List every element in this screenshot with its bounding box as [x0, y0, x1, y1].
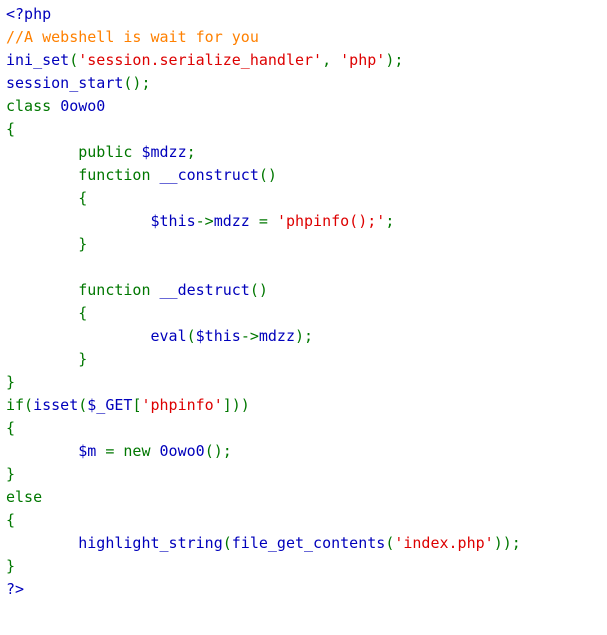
code-line: } [6, 463, 607, 486]
code-token-default: $mdzz [141, 143, 187, 161]
code-line: eval($this->mdzz); [6, 325, 607, 348]
code-line: } [6, 348, 607, 371]
code-token-default: $_GET [87, 396, 133, 414]
code-line: $m = new 0owo0(); [6, 440, 607, 463]
code-token-default: ini_set [6, 51, 70, 69]
code-line: ini_set('session.serialize_handler', 'ph… [6, 49, 607, 72]
code-line: } [6, 371, 607, 394]
code-line: function __destruct() [6, 279, 607, 302]
code-token-keyword: public [6, 143, 142, 161]
code-token-keyword [6, 534, 78, 552]
code-token-default: isset [33, 396, 79, 414]
code-token-default: file_get_contents [231, 534, 386, 552]
code-line: ?> [6, 578, 607, 601]
code-token-default: eval [150, 327, 187, 345]
code-token-string: 'session.serialize_handler' [78, 51, 323, 69]
code-token-string: 'phpinfo();' [276, 212, 386, 230]
code-line: { [6, 509, 607, 532]
code-token-default: $m [78, 442, 97, 460]
code-token-keyword: ( [69, 51, 79, 69]
code-token-default: __destruct [159, 281, 250, 299]
code-token-keyword: } [6, 465, 16, 483]
code-token-default: 0owo0 [159, 442, 205, 460]
code-token-keyword: ( [385, 534, 395, 552]
code-token-keyword: function [6, 166, 160, 184]
code-token-string: 'index.php' [394, 534, 494, 552]
code-token-keyword: ( [222, 534, 232, 552]
code-line: class 0owo0 [6, 95, 607, 118]
code-token-keyword: ; [385, 212, 395, 230]
code-token-keyword: )); [493, 534, 521, 552]
code-token-keyword: } [6, 373, 16, 391]
code-token-default: __construct [159, 166, 259, 184]
code-token-keyword: (); [204, 442, 232, 460]
code-token-default: session_start [6, 74, 124, 92]
code-token-default: mdzz [258, 327, 295, 345]
code-token-keyword: { [6, 120, 16, 138]
code-token-keyword: { [6, 419, 16, 437]
code-line: session_start(); [6, 72, 607, 95]
code-line: //A webshell is wait for you [6, 26, 607, 49]
code-token-default: <?php [6, 5, 52, 23]
code-token-string: 'phpinfo' [141, 396, 223, 414]
code-line: public $mdzz; [6, 141, 607, 164]
code-token-default: $this [150, 212, 196, 230]
code-token-keyword: else [6, 488, 43, 506]
code-token-keyword: , [322, 51, 341, 69]
code-token-default: highlight_string [78, 534, 223, 552]
code-token-keyword: ); [385, 51, 404, 69]
code-token-keyword [6, 442, 78, 460]
php-source-code-block: <?php //A webshell is wait for you ini_set… [0, 0, 607, 601]
code-line: { [6, 118, 607, 141]
code-token-default: mdzz [213, 212, 250, 230]
code-token-keyword: = [249, 212, 277, 230]
code-line: } [6, 233, 607, 256]
code-token-comment: //A webshell is wait for you [6, 28, 259, 46]
code-line: } [6, 555, 607, 578]
code-token-keyword [6, 327, 151, 345]
code-token-keyword: { [6, 304, 88, 322]
code-token-default: 0owo0 [60, 97, 106, 115]
code-token-keyword: function [6, 281, 160, 299]
code-token-keyword: -> [240, 327, 259, 345]
code-line: else [6, 486, 607, 509]
code-token-keyword [6, 212, 151, 230]
code-line: <?php [6, 3, 607, 26]
code-token-default: ?> [6, 580, 25, 598]
code-token-keyword: () [258, 166, 277, 184]
code-token-keyword: -> [195, 212, 214, 230]
code-line: { [6, 417, 607, 440]
code-line: { [6, 187, 607, 210]
code-token-keyword: if( [6, 396, 34, 414]
code-token-keyword: ( [78, 396, 88, 414]
code-token-keyword: ( [186, 327, 196, 345]
code-token-keyword: (); [123, 74, 151, 92]
code-token-keyword: class [6, 97, 61, 115]
code-token-keyword: ); [295, 327, 314, 345]
code-token-keyword: ; [186, 143, 196, 161]
code-token-string: 'php' [340, 51, 386, 69]
code-token-keyword: { [6, 511, 16, 529]
code-line: if(isset($_GET['phpinfo'])) [6, 394, 607, 417]
code-token-keyword: = new [96, 442, 160, 460]
code-token-default: $this [195, 327, 241, 345]
code-token-keyword: } [6, 557, 16, 575]
code-token-keyword: } [6, 350, 88, 368]
code-token-keyword: () [249, 281, 268, 299]
code-line: function __construct() [6, 164, 607, 187]
code-token-keyword: { [6, 189, 88, 207]
code-line: highlight_string(file_get_contents('inde… [6, 532, 607, 555]
code-line: $this->mdzz = 'phpinfo();'; [6, 210, 607, 233]
code-token-keyword: } [6, 235, 88, 253]
code-line: { [6, 302, 607, 325]
code-token-keyword: ])) [222, 396, 250, 414]
